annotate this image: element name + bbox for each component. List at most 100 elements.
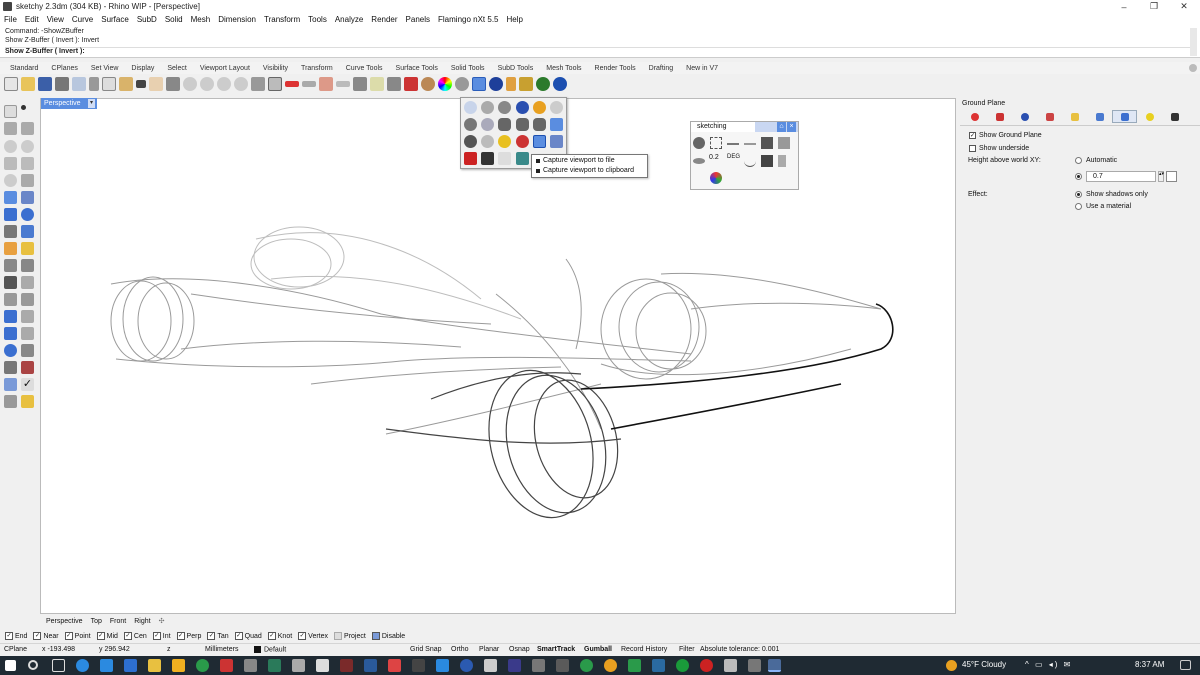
command-scrollbar[interactable]: [1190, 28, 1197, 56]
degree-label[interactable]: DEG: [727, 154, 743, 166]
globe-icon[interactable]: [536, 76, 550, 91]
join-icon[interactable]: [21, 276, 34, 289]
four-viewports-icon[interactable]: [268, 76, 282, 91]
tab-options-icon[interactable]: [1189, 64, 1197, 72]
app-icon[interactable]: [244, 659, 257, 672]
rendered-mode-icon[interactable]: [498, 101, 511, 114]
zoom-selected-icon[interactable]: [234, 76, 248, 91]
app-icon[interactable]: [604, 659, 617, 672]
chrome-icon[interactable]: [196, 659, 209, 672]
panel-tab[interactable]: [1062, 110, 1087, 123]
app-icon[interactable]: [700, 659, 713, 672]
notifications-icon[interactable]: [1180, 660, 1191, 670]
hide-icon[interactable]: [302, 80, 316, 87]
osnap-checkbox[interactable]: [334, 632, 343, 640]
effect-material-option[interactable]: Use a material: [1075, 203, 1131, 210]
app-icon[interactable]: [652, 659, 665, 672]
tab-render-tools[interactable]: Render Tools: [595, 65, 636, 72]
group-icon[interactable]: [4, 395, 17, 408]
tab-display[interactable]: Display: [131, 65, 154, 72]
snap-tool-icon[interactable]: [778, 137, 790, 149]
minimize-button[interactable]: –: [1110, 0, 1138, 13]
tab-set-view[interactable]: Set View: [91, 65, 119, 72]
emap-icon[interactable]: [516, 135, 529, 148]
osnap-knot[interactable]: ✓ Knot: [267, 632, 292, 640]
tab-solid-tools[interactable]: Solid Tools: [451, 65, 485, 72]
menu-flamingo[interactable]: Flamingo nXt 5.5: [438, 15, 498, 24]
search-icon[interactable]: [28, 660, 38, 670]
layer-icon[interactable]: [353, 76, 367, 91]
print-icon[interactable]: [55, 76, 69, 91]
block-icon[interactable]: [21, 395, 34, 408]
shaded-icon[interactable]: [455, 76, 469, 91]
rhino-wip-taskbar-icon[interactable]: [768, 659, 781, 672]
weather-text[interactable]: 45°F Cloudy: [962, 660, 1006, 669]
store-icon[interactable]: [100, 659, 113, 672]
app-icon[interactable]: [172, 659, 185, 672]
view-tab-top[interactable]: Top: [91, 618, 102, 625]
tab-select[interactable]: Select: [167, 65, 186, 72]
osnap-checkbox[interactable]: ✓: [152, 632, 161, 640]
panel-tab[interactable]: [1137, 110, 1162, 123]
figure-icon[interactable]: [761, 137, 773, 149]
show-underside-row[interactable]: Show underside: [969, 145, 1029, 152]
app-icon[interactable]: [220, 659, 233, 672]
zebra-icon[interactable]: [550, 118, 563, 131]
explode-icon[interactable]: [4, 293, 17, 306]
osnap-checkbox[interactable]: ✓: [176, 632, 185, 640]
show-ground-plane-checkbox[interactable]: ✓: [969, 132, 976, 139]
render-settings-icon[interactable]: [421, 76, 435, 91]
box-icon[interactable]: [4, 208, 17, 221]
app-icon[interactable]: [508, 659, 521, 672]
osnap-checkbox[interactable]: [371, 632, 380, 640]
perspective-viewport[interactable]: [40, 98, 956, 614]
osnap-perp[interactable]: ✓ Perp: [176, 632, 201, 640]
maximize-button[interactable]: ❐: [1140, 0, 1168, 13]
height-value-radio[interactable]: [1075, 173, 1082, 180]
surface-icon[interactable]: [4, 191, 17, 204]
zoom-window-icon[interactable]: [200, 76, 214, 91]
rotate-arrow-icon[interactable]: [693, 137, 705, 149]
rotate-view-icon[interactable]: [166, 76, 180, 91]
open-folder-icon[interactable]: [21, 76, 35, 91]
snapshot-icon[interactable]: [550, 135, 563, 148]
xray-mode-icon[interactable]: [533, 101, 546, 114]
tab-drafting[interactable]: Drafting: [649, 65, 674, 72]
pan-hand-icon[interactable]: [149, 76, 163, 91]
app-icon[interactable]: [724, 659, 737, 672]
properties-icon[interactable]: [72, 76, 86, 91]
osnap-toggle[interactable]: Osnap: [509, 646, 530, 653]
capsule-icon[interactable]: [498, 118, 511, 131]
sweep-icon[interactable]: [4, 242, 17, 255]
osnap-tan[interactable]: ✓ Tan: [207, 632, 229, 640]
menu-view[interactable]: View: [47, 15, 64, 24]
cube-icon[interactable]: [498, 152, 511, 165]
pointer-icon[interactable]: [778, 155, 786, 167]
osnap-checkbox[interactable]: ✓: [207, 632, 216, 640]
menu-solid[interactable]: Solid: [165, 15, 183, 24]
osnap-near[interactable]: ✓ Near: [33, 632, 59, 640]
edge-icon[interactable]: [76, 659, 89, 672]
app-icon[interactable]: [436, 659, 449, 672]
height-value-input[interactable]: 0.7: [1086, 171, 1156, 182]
sketching-close-icon[interactable]: ×: [787, 122, 796, 132]
menu-subd[interactable]: SubD: [137, 15, 157, 24]
select-icon[interactable]: [285, 80, 299, 87]
viewport-title-tab[interactable]: Perspective ▾: [41, 98, 97, 109]
osnap-disable[interactable]: Disable: [371, 632, 405, 640]
height-value-option[interactable]: 0.7 ▴▾: [1075, 171, 1177, 182]
fillet-icon[interactable]: [21, 242, 34, 255]
monitor-icon[interactable]: [481, 152, 494, 165]
arc-icon[interactable]: [21, 140, 34, 153]
app-icon[interactable]: [556, 659, 569, 672]
mail-icon[interactable]: [124, 659, 137, 672]
osnap-cen[interactable]: ✓ Cen: [123, 632, 147, 640]
rectangle-icon[interactable]: [4, 157, 17, 170]
app-icon[interactable]: [388, 659, 401, 672]
tab-standard[interactable]: Standard: [10, 65, 38, 72]
cplane-label[interactable]: CPlane: [4, 646, 27, 653]
cut-icon[interactable]: [89, 76, 99, 91]
tab-cplanes[interactable]: CPlanes: [51, 65, 77, 72]
layer-indicator[interactable]: Default: [254, 646, 286, 653]
material-icon[interactable]: [519, 76, 533, 91]
